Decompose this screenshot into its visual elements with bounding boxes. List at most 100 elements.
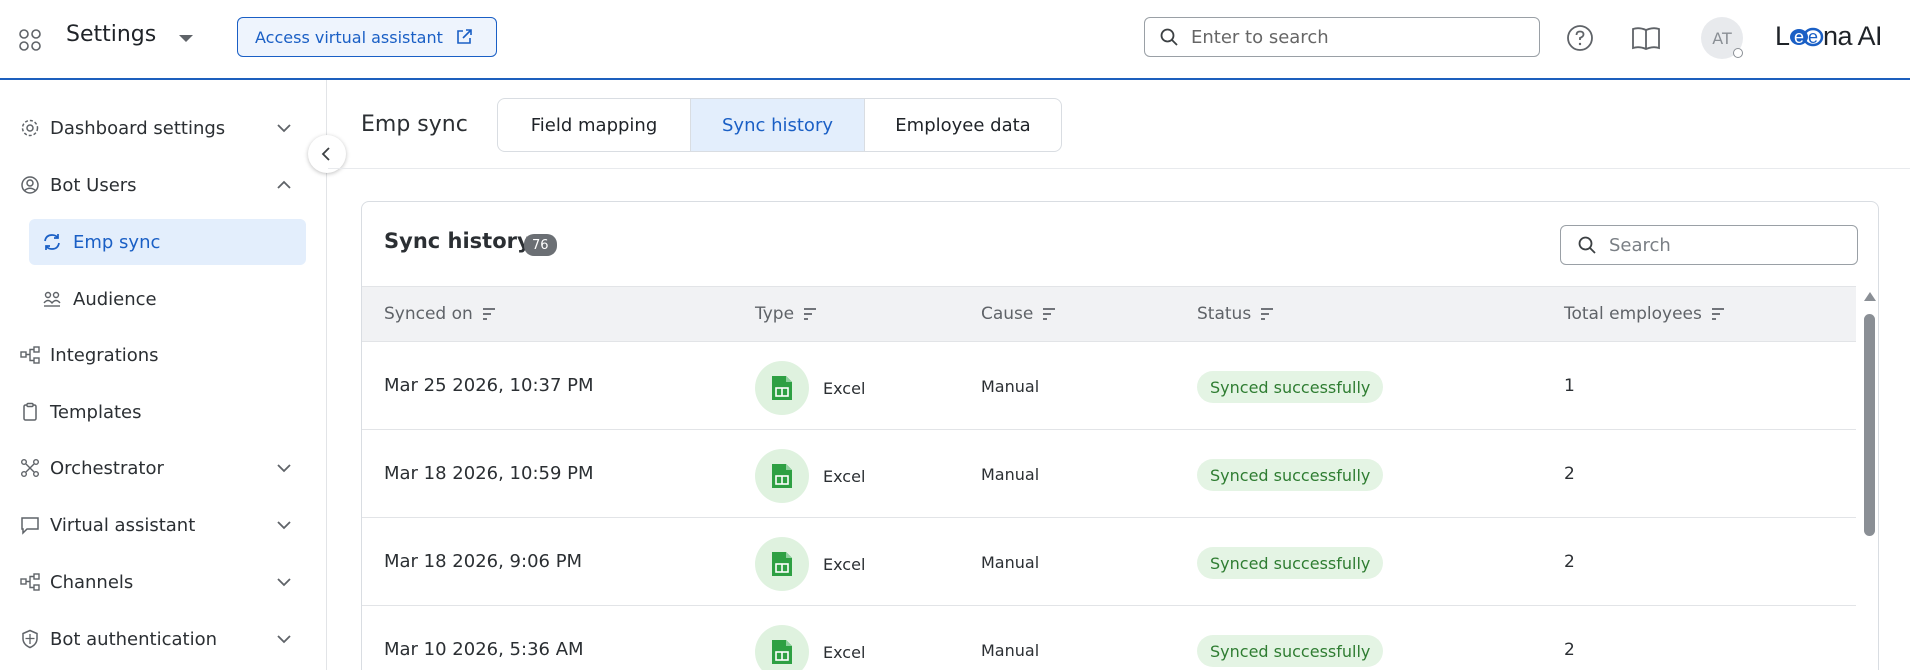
type-label: Excel (823, 466, 866, 486)
svg-text:na AI: na AI (1823, 21, 1882, 51)
scrollbar-thumb[interactable] (1864, 314, 1875, 536)
type-cell: Excel (755, 625, 865, 670)
tab-field-mapping[interactable]: Field mapping (498, 99, 691, 151)
clipboard-icon (18, 400, 42, 424)
table-row[interactable]: Mar 18 2026, 10:59 PM Excel Manual Synce… (362, 431, 1856, 518)
sidebar-item-label: Templates (50, 401, 142, 423)
tab-label: Field mapping (530, 114, 658, 136)
app-title: Settings (66, 22, 157, 47)
global-search-input[interactable] (1191, 26, 1511, 48)
presence-indicator (1733, 48, 1743, 58)
orchestrator-icon (18, 456, 42, 480)
cause-cell: Manual (981, 377, 1040, 396)
company-logo: L e e na AI (1775, 18, 1887, 65)
count-badge: 76 (524, 234, 557, 256)
status-badge: Synced successfully (1197, 459, 1384, 491)
sidebar-item-bot-users[interactable]: Bot Users (18, 163, 308, 207)
svg-text:e: e (1794, 27, 1804, 47)
sidebar-item-label: Bot Users (50, 174, 137, 196)
sidebar-item-bot-authentication[interactable]: Bot authentication (18, 617, 308, 661)
sidebar-item-virtual-assistant[interactable]: Virtual assistant (18, 503, 308, 547)
chevron-up-icon[interactable] (272, 173, 296, 197)
avatar-initials: AT (1712, 28, 1732, 48)
tab-sync-history[interactable]: Sync history (691, 99, 865, 151)
sidebar-item-audience[interactable]: Audience (29, 276, 306, 322)
sort-icon[interactable] (481, 306, 497, 322)
sidebar-item-emp-sync[interactable]: Emp sync (29, 219, 306, 265)
chevron-down-icon[interactable] (272, 627, 296, 651)
sidebar-item-label: Emp sync (73, 231, 161, 253)
synced-on-cell: Mar 18 2026, 10:59 PM (384, 463, 594, 484)
excel-file-icon (755, 537, 809, 591)
table-header: Synced on Type Cause Status Total employ… (362, 286, 1856, 342)
caret-down-icon[interactable] (172, 24, 200, 52)
integrations-icon (18, 343, 42, 367)
top-bar: Settings Access virtual assistant AT L e (0, 0, 1910, 80)
tab-label: Sync history (721, 114, 833, 136)
sort-icon[interactable] (1259, 306, 1275, 322)
sidebar-item-label: Audience (73, 288, 157, 310)
column-header-label: Status (1197, 304, 1252, 324)
column-header-type[interactable]: Type (755, 304, 818, 324)
total-employees-cell: 1 (1564, 376, 1575, 396)
sidebar-item-label: Channels (50, 571, 134, 593)
search-icon (1578, 236, 1596, 254)
excel-file-icon (755, 625, 809, 670)
chevron-down-icon[interactable] (272, 513, 296, 537)
book-icon[interactable] (1630, 23, 1662, 53)
column-header-status[interactable]: Status (1197, 304, 1275, 324)
card-title: Sync history (384, 229, 531, 253)
external-link-icon (457, 29, 472, 44)
scroll-up-arrow-icon[interactable] (1864, 292, 1876, 301)
status-badge: Synced successfully (1197, 635, 1384, 667)
table-row[interactable]: Mar 10 2026, 5:36 AM Excel Manual Synced… (362, 607, 1856, 670)
column-header-cause[interactable]: Cause (981, 304, 1057, 324)
sidebar-item-dashboard-settings[interactable]: Dashboard settings (18, 106, 308, 150)
gear-icon (18, 116, 42, 140)
card-search[interactable] (1560, 225, 1858, 265)
total-employees-cell: 2 (1564, 552, 1575, 572)
chevron-left-icon (321, 147, 330, 161)
type-cell: Excel (755, 449, 865, 503)
sort-icon[interactable] (1041, 306, 1057, 322)
help-icon[interactable] (1565, 23, 1595, 53)
column-header-total-employees[interactable]: Total employees (1564, 304, 1726, 324)
header-divider (328, 168, 1910, 169)
synced-on-cell: Mar 18 2026, 9:06 PM (384, 551, 583, 572)
sort-icon[interactable] (802, 306, 818, 322)
access-virtual-assistant-button[interactable]: Access virtual assistant (237, 17, 497, 57)
tab-label: Employee data (895, 114, 1031, 136)
type-label: Excel (823, 378, 866, 398)
chevron-down-icon[interactable] (272, 456, 296, 480)
chevron-down-icon[interactable] (272, 116, 296, 140)
status-badge: Synced successfully (1197, 371, 1384, 403)
svg-text:L: L (1775, 21, 1790, 51)
type-cell: Excel (755, 537, 865, 591)
app-grid-icon[interactable] (16, 26, 44, 54)
sidebar-item-integrations[interactable]: Integrations (18, 333, 308, 377)
search-icon (1160, 28, 1178, 46)
user-circle-icon (18, 173, 42, 197)
leena-logo-icon: L e e na AI (1775, 21, 1883, 51)
total-employees-cell: 2 (1564, 640, 1575, 660)
column-header-synced-on[interactable]: Synced on (384, 304, 497, 324)
sidebar-item-label: Bot authentication (50, 628, 217, 650)
sidebar-item-channels[interactable]: Channels (18, 560, 308, 604)
sidebar-item-templates[interactable]: Templates (18, 390, 308, 434)
type-label: Excel (823, 554, 866, 574)
tab-employee-data[interactable]: Employee data (865, 99, 1061, 151)
card-search-input[interactable] (1609, 234, 1849, 256)
synced-on-cell: Mar 10 2026, 5:36 AM (384, 639, 584, 660)
chevron-down-icon[interactable] (272, 570, 296, 594)
table-row[interactable]: Mar 18 2026, 9:06 PM Excel Manual Synced… (362, 519, 1856, 606)
sidebar-item-orchestrator[interactable]: Orchestrator (18, 446, 308, 490)
global-search[interactable] (1144, 17, 1540, 57)
column-header-label: Cause (981, 304, 1034, 324)
sort-icon[interactable] (1710, 306, 1726, 322)
table-row[interactable]: Mar 25 2026, 10:37 PM Excel Manual Synce… (362, 343, 1856, 430)
group-icon (41, 288, 63, 310)
page-title: Emp sync (361, 112, 468, 137)
shield-icon (18, 627, 42, 651)
svg-text:e: e (1808, 27, 1818, 47)
table-scrollbar[interactable] (1859, 286, 1878, 670)
